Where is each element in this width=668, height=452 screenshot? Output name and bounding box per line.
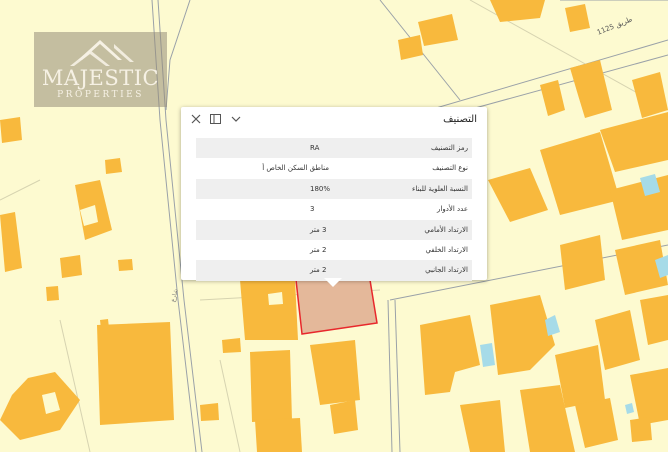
row-label: رمز التصنيف — [431, 144, 468, 152]
classification-popup: التصنيف رمز التصنيف RA نوع التصنيف مناطق… — [181, 107, 487, 281]
row-value: 3 متر — [310, 225, 327, 234]
row-label: النسبة العلوية للبناء — [412, 184, 468, 193]
popup-pointer — [324, 278, 342, 287]
table-row: رمز التصنيف RA — [196, 138, 472, 159]
table-row: عدد الأدوار 3 — [196, 199, 472, 219]
row-value: RA — [310, 144, 320, 152]
row-label: الارتداد الجانبي — [425, 266, 468, 275]
table-row: نوع التصنيف مناطق السكن الخاص أ — [196, 158, 472, 178]
row-value: 2 متر — [310, 245, 327, 254]
row-label: الارتداد الخلفي — [425, 245, 468, 254]
logo-name: MAJESTIC — [41, 66, 160, 90]
row-label: عدد الأدوار — [437, 205, 468, 214]
attribute-table: رمز التصنيف RA نوع التصنيف مناطق السكن ا… — [196, 138, 472, 281]
chevron-down-icon[interactable] — [229, 112, 243, 126]
table-row: الارتداد الأمامي 3 متر — [196, 219, 472, 240]
logo-subtitle: PROPERTIES — [57, 90, 144, 100]
dock-icon[interactable] — [208, 112, 222, 126]
popup-title: التصنيف — [443, 114, 477, 125]
majestic-logo: MAJESTIC PROPERTIES — [34, 32, 167, 107]
row-value: مناطق السكن الخاص أ — [262, 164, 329, 173]
row-value: 180% — [310, 184, 331, 193]
close-icon[interactable] — [189, 112, 203, 126]
row-value: 3 — [310, 205, 315, 214]
table-row: الارتداد الخلفي 2 متر — [196, 240, 472, 260]
table-row: النسبة العلوية للبناء 180% — [196, 178, 472, 200]
popup-header: التصنيف — [181, 107, 487, 134]
row-value: 2 متر — [310, 266, 327, 275]
row-label: نوع التصنيف — [432, 164, 468, 173]
row-label: الارتداد الأمامي — [424, 225, 468, 234]
